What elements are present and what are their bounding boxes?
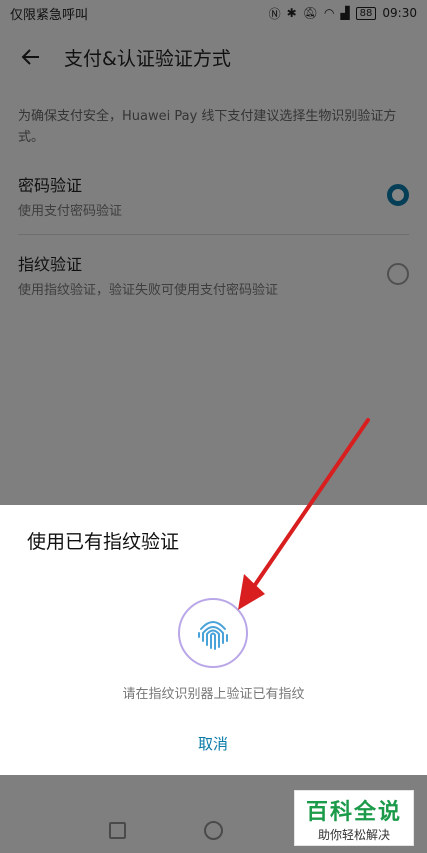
- cancel-button[interactable]: 取消: [173, 730, 253, 758]
- fingerprint-icon: [178, 598, 248, 668]
- watermark-title: 百科全说: [305, 799, 402, 825]
- watermark-logo: 百科全说 助你轻松解决: [294, 790, 414, 846]
- home-icon[interactable]: [204, 821, 223, 840]
- sheet-title: 使用已有指纹验证: [27, 531, 180, 553]
- watermark-subtitle: 助你轻松解决: [317, 827, 390, 842]
- fingerprint-hint: 请在指纹识别器上验证已有指纹: [122, 687, 305, 702]
- recents-icon[interactable]: [109, 822, 126, 839]
